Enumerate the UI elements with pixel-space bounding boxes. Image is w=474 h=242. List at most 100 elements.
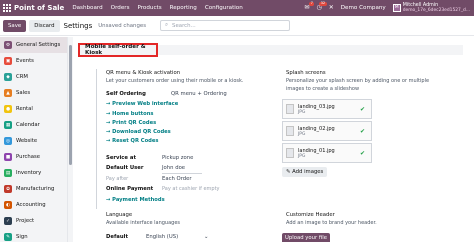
default-language-label: Default bbox=[106, 234, 128, 240]
control-panel: Save Discard Settings Unsaved changes ⌕ … bbox=[0, 16, 474, 36]
sidebar-item-label: Calendar bbox=[16, 122, 40, 128]
sidebar-item-crm[interactable]: ◆ CRM bbox=[0, 69, 67, 85]
file-name: landing_01.jpg bbox=[298, 147, 335, 154]
settings-sidebar: ⚙ General Settings ▣ Events ◆ CRM ▲ Sales ● Renta… bbox=[0, 37, 68, 242]
sidebar-item-website[interactable]: ◎ Website bbox=[0, 133, 67, 149]
app-name[interactable]: Point of Sale bbox=[14, 4, 64, 12]
self-ordering-label: Self Ordering bbox=[106, 91, 146, 97]
customize-header-desc: Add an image to brand your header. bbox=[286, 220, 377, 226]
sidebar-scrollbar[interactable] bbox=[68, 37, 73, 242]
activity-count-badge: 32 bbox=[319, 0, 327, 6]
website-app-icon: ◎ bbox=[4, 137, 12, 145]
activity-clock-icon[interactable]: ◷ 32 bbox=[316, 1, 327, 11]
sidebar-item-label: Manufacturing bbox=[16, 186, 55, 192]
default-language-select[interactable]: English (US) bbox=[146, 234, 178, 240]
page-title: Settings bbox=[63, 21, 93, 30]
language-desc: Available interface languages bbox=[106, 220, 180, 226]
rental-app-icon: ● bbox=[4, 105, 12, 113]
file-ext: JPG bbox=[298, 153, 306, 159]
sidebar-item-label: CRM bbox=[16, 74, 28, 80]
sidebar-item-label: General Settings bbox=[16, 42, 61, 48]
search-placeholder: Search... bbox=[172, 22, 196, 29]
sidebar-item-manufacturing[interactable]: ✿ Manufacturing bbox=[0, 181, 67, 197]
link-download-qr-codes[interactable]: → Download QR Codes bbox=[106, 129, 171, 135]
chevron-down-icon[interactable]: ⌄ bbox=[204, 234, 208, 240]
sidebar-item-purchase[interactable]: ■ Purchase bbox=[0, 149, 67, 165]
sidebar-item-sign[interactable]: ✎ Sign bbox=[0, 229, 67, 242]
splash-file-1[interactable]: landing_03.jpg JPG ✔ bbox=[282, 99, 372, 119]
qr-kiosk-title: QR menu & Kiosk activation bbox=[106, 70, 181, 76]
chat-icon[interactable]: ✉ 7 bbox=[304, 1, 315, 11]
splash-file-3[interactable]: landing_01.jpg JPG ✔ bbox=[282, 143, 372, 163]
save-button[interactable]: Save bbox=[3, 19, 27, 32]
add-images-button[interactable]: ✎ Add images bbox=[282, 167, 328, 177]
default-user-field[interactable]: John doe bbox=[162, 165, 185, 171]
setting-left-border bbox=[96, 69, 97, 209]
company-switcher[interactable]: Demo Company bbox=[341, 5, 386, 11]
user-database: demo_17e_6dec23ed1527_d... bbox=[402, 8, 470, 14]
service-at-select[interactable]: Pickup zone bbox=[162, 155, 193, 161]
file-name: landing_03.jpg bbox=[298, 103, 335, 110]
online-payment-label: Online Payment bbox=[106, 186, 154, 192]
top-navbar: Point of Sale Dashboard Orders Products … bbox=[0, 0, 474, 16]
link-payment-methods[interactable]: → Payment Methods bbox=[106, 197, 165, 203]
menu-dashboard[interactable]: Dashboard bbox=[72, 5, 102, 11]
unsaved-changes-label: Unsaved changes bbox=[98, 22, 146, 29]
splash-screens-desc-2: images to create a slideshow bbox=[286, 86, 360, 92]
general-settings-app-icon: ⚙ bbox=[4, 41, 12, 49]
user-menu[interactable]: M Mitchell Admin demo_17e_6dec23ed1527_d… bbox=[392, 3, 470, 14]
chat-count-badge: 7 bbox=[309, 0, 315, 6]
sidebar-item-project[interactable]: ✓ Project bbox=[0, 213, 67, 229]
sidebar-item-label: Events bbox=[16, 58, 34, 64]
link-reset-qr-codes[interactable]: → Reset QR Codes bbox=[106, 138, 158, 144]
language-title: Language bbox=[106, 212, 133, 218]
discard-button[interactable]: Discard bbox=[29, 19, 60, 32]
inventory-app-icon: ▤ bbox=[4, 169, 12, 177]
menu-configuration[interactable]: Configuration bbox=[205, 5, 243, 11]
pay-after-label: Pay after bbox=[106, 176, 129, 182]
check-icon: ✔ bbox=[359, 105, 365, 113]
sidebar-item-rental[interactable]: ● Rental bbox=[0, 101, 67, 117]
default-user-label: Default User bbox=[106, 165, 144, 171]
image-thumbnail bbox=[286, 148, 294, 158]
sidebar-item-sales[interactable]: ▲ Sales bbox=[0, 85, 67, 101]
file-name: landing_02.jpg bbox=[298, 125, 335, 132]
project-app-icon: ✓ bbox=[4, 217, 12, 225]
image-thumbnail bbox=[286, 126, 294, 136]
sidebar-item-inventory[interactable]: ▤ Inventory bbox=[0, 165, 67, 181]
default-user-underline bbox=[162, 173, 202, 174]
sidebar-item-general-settings[interactable]: ⚙ General Settings bbox=[0, 37, 67, 53]
sidebar-item-label: Purchase bbox=[16, 154, 41, 160]
link-home-buttons[interactable]: → Home buttons bbox=[106, 111, 154, 117]
search-input[interactable]: ⌕ Search... bbox=[160, 20, 290, 31]
apps-menu-icon[interactable] bbox=[0, 0, 14, 16]
sidebar-item-accounting[interactable]: ◐ Accounting bbox=[0, 197, 67, 213]
service-at-label: Service at bbox=[106, 155, 136, 161]
sidebar-item-label: Inventory bbox=[16, 170, 42, 176]
menu-reporting[interactable]: Reporting bbox=[170, 5, 197, 11]
sidebar-item-label: Project bbox=[16, 218, 35, 224]
sidebar-item-events[interactable]: ▣ Events bbox=[0, 53, 67, 69]
file-ext: JPG bbox=[298, 131, 306, 137]
menu-products[interactable]: Products bbox=[137, 5, 161, 11]
sign-app-icon: ✎ bbox=[4, 233, 12, 241]
link-preview-web-interface[interactable]: → Preview Web interface bbox=[106, 101, 178, 107]
splash-screens-title: Splash screens bbox=[286, 70, 326, 76]
link-print-qr-codes[interactable]: → Print QR Codes bbox=[106, 120, 156, 126]
sidebar-item-label: Website bbox=[16, 138, 38, 144]
online-payment-field[interactable]: Pay at cashier if empty bbox=[162, 186, 220, 192]
manufacturing-app-icon: ✿ bbox=[4, 185, 12, 193]
file-ext: JPG bbox=[298, 109, 306, 115]
sidebar-item-label: Accounting bbox=[16, 202, 46, 208]
purchase-app-icon: ■ bbox=[4, 153, 12, 161]
splash-file-2[interactable]: landing_02.jpg JPG ✔ bbox=[282, 121, 372, 141]
self-ordering-select[interactable]: QR menu + Ordering bbox=[171, 91, 227, 97]
qr-kiosk-description: Let your customers order using their mob… bbox=[106, 78, 244, 84]
upload-file-button[interactable]: Upload your file bbox=[282, 233, 330, 242]
pay-after-select[interactable]: Each Order bbox=[162, 176, 192, 182]
settings-main: Mobile self-order & Kiosk QR menu & Kios… bbox=[76, 37, 474, 242]
avatar: M bbox=[392, 3, 401, 12]
settings-tools-icon[interactable]: ✕ bbox=[329, 4, 334, 11]
sidebar-item-calendar[interactable]: ▦ Calendar bbox=[0, 117, 67, 133]
menu-orders[interactable]: Orders bbox=[111, 5, 130, 11]
